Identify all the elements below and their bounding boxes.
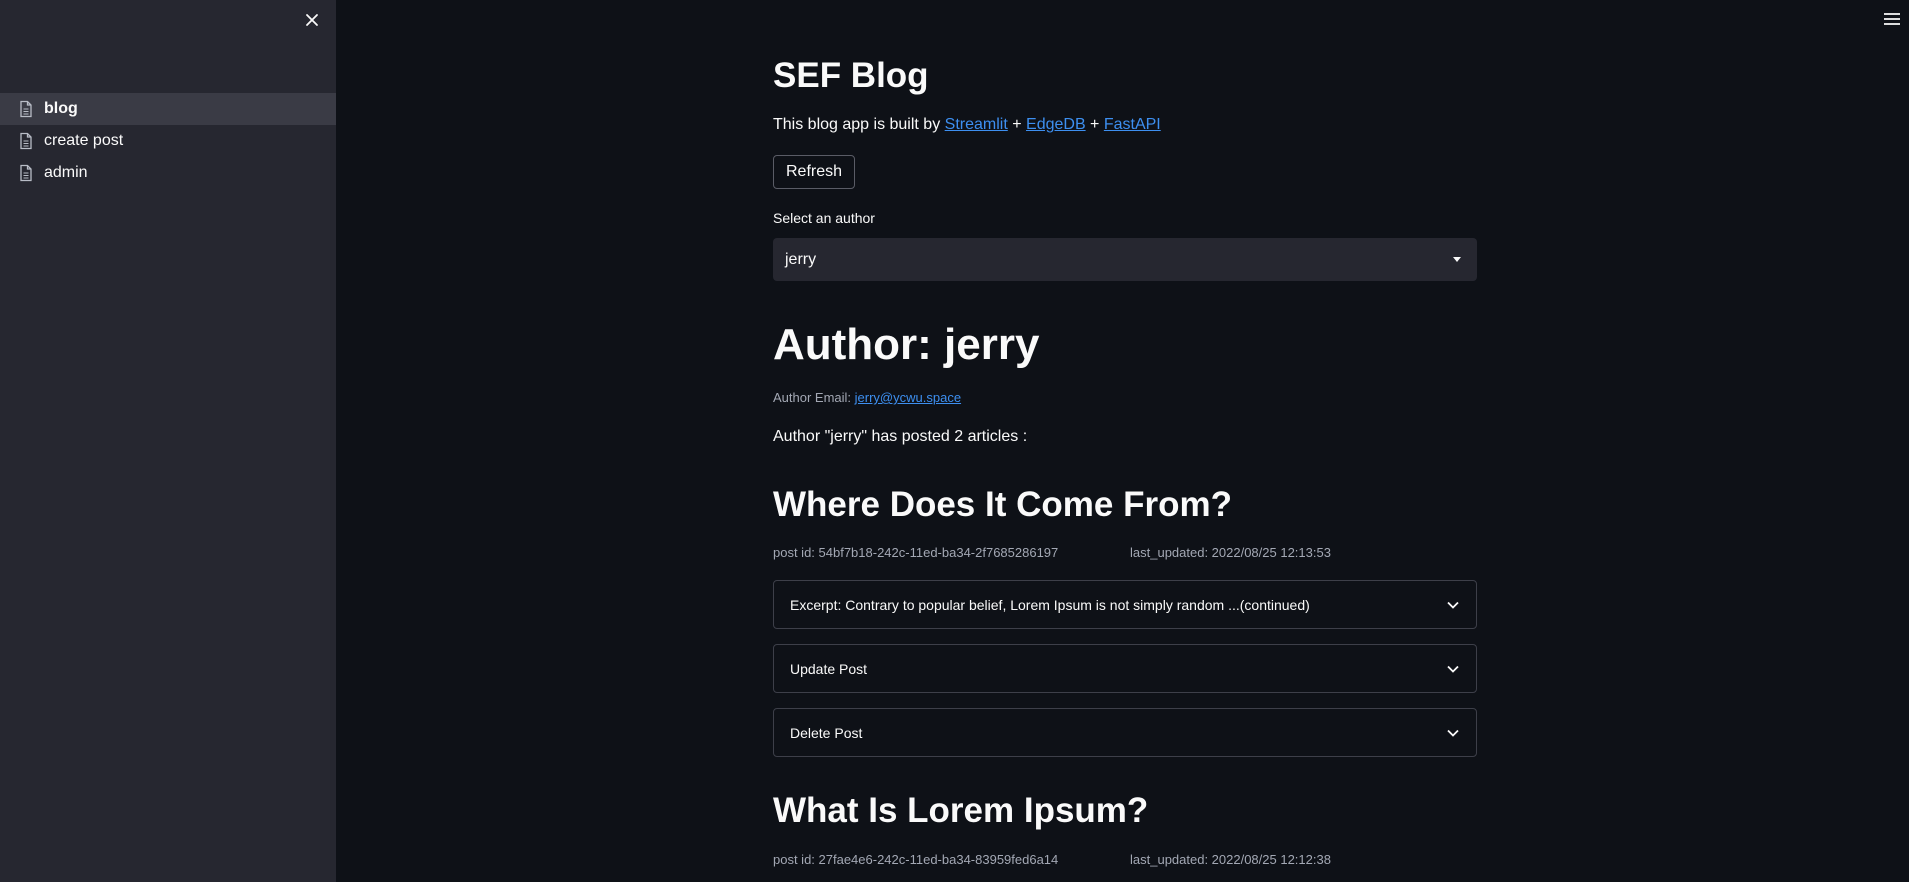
sidebar-item-label: admin bbox=[44, 164, 88, 181]
post-title: What Is Lorem Ipsum? bbox=[773, 791, 1149, 830]
intro-text: This blog app is built by Streamlit + Ed… bbox=[773, 114, 1161, 136]
caret-down-icon bbox=[1453, 257, 1461, 262]
author-email-link[interactable]: jerry@ycwu.space bbox=[855, 390, 961, 405]
post-last-updated: last_updated: 2022/08/25 12:13:53 bbox=[1130, 545, 1331, 560]
post-meta: post id: 27fae4e6-242c-11ed-ba34-83959fe… bbox=[773, 851, 1477, 869]
intro-separator: + bbox=[1007, 116, 1027, 133]
chevron-down-icon bbox=[1446, 664, 1460, 674]
expander-label: Update Post bbox=[790, 660, 868, 677]
app: blog create post admin SEF Blog This blo… bbox=[0, 0, 1909, 882]
chevron-down-icon bbox=[1446, 728, 1460, 738]
select-author-label: Select an author bbox=[773, 210, 875, 226]
fastapi-link[interactable]: FastAPI bbox=[1104, 116, 1161, 133]
page-title: SEF Blog bbox=[773, 56, 929, 95]
delete-post-expander[interactable]: Delete Post bbox=[773, 708, 1477, 757]
refresh-button[interactable]: Refresh bbox=[773, 155, 856, 189]
author-select[interactable]: jerry bbox=[773, 238, 1477, 281]
post-id: post id: 54bf7b18-242c-11ed-ba34-2f76852… bbox=[773, 545, 1059, 560]
document-icon bbox=[18, 132, 34, 150]
edgedb-link[interactable]: EdgeDB bbox=[1026, 116, 1086, 133]
sidebar: blog create post admin bbox=[0, 0, 336, 882]
intro-separator: + bbox=[1085, 116, 1104, 133]
chevron-down-icon bbox=[1446, 600, 1460, 610]
sidebar-item-label: create post bbox=[44, 132, 124, 149]
author-heading: Author: jerry bbox=[773, 320, 1040, 369]
sidebar-item-label: blog bbox=[44, 100, 78, 117]
sidebar-item-admin[interactable]: admin bbox=[0, 157, 336, 189]
streamlit-link[interactable]: Streamlit bbox=[945, 116, 1008, 133]
expander-label: Excerpt: Contrary to popular belief, Lor… bbox=[790, 596, 1310, 613]
selected-author-value: jerry bbox=[785, 250, 817, 268]
author-email-line: Author Email: jerry@ycwu.space bbox=[773, 389, 961, 407]
post-meta: post id: 54bf7b18-242c-11ed-ba34-2f76852… bbox=[773, 544, 1477, 562]
author-summary: Author "jerry" has posted 2 articles : bbox=[773, 428, 1028, 445]
document-icon bbox=[18, 164, 34, 182]
hamburger-menu-icon bbox=[1884, 13, 1900, 25]
expander-label: Delete Post bbox=[790, 724, 863, 741]
close-icon bbox=[306, 14, 318, 26]
close-sidebar-button[interactable] bbox=[300, 8, 324, 32]
author-email-label: Author Email: bbox=[773, 390, 855, 405]
post-title: Where Does It Come From? bbox=[773, 485, 1232, 524]
main-menu-button[interactable] bbox=[1883, 12, 1905, 30]
update-post-expander[interactable]: Update Post bbox=[773, 644, 1477, 693]
sidebar-item-create-post[interactable]: create post bbox=[0, 125, 336, 157]
document-icon bbox=[18, 100, 34, 118]
intro-prefix: This blog app is built by bbox=[773, 116, 945, 133]
post-id: post id: 27fae4e6-242c-11ed-ba34-83959fe… bbox=[773, 852, 1059, 867]
sidebar-nav: blog create post admin bbox=[0, 93, 336, 189]
post-last-updated: last_updated: 2022/08/25 12:12:38 bbox=[1130, 852, 1331, 867]
excerpt-expander[interactable]: Excerpt: Contrary to popular belief, Lor… bbox=[773, 580, 1477, 629]
sidebar-item-blog[interactable]: blog bbox=[0, 93, 336, 125]
